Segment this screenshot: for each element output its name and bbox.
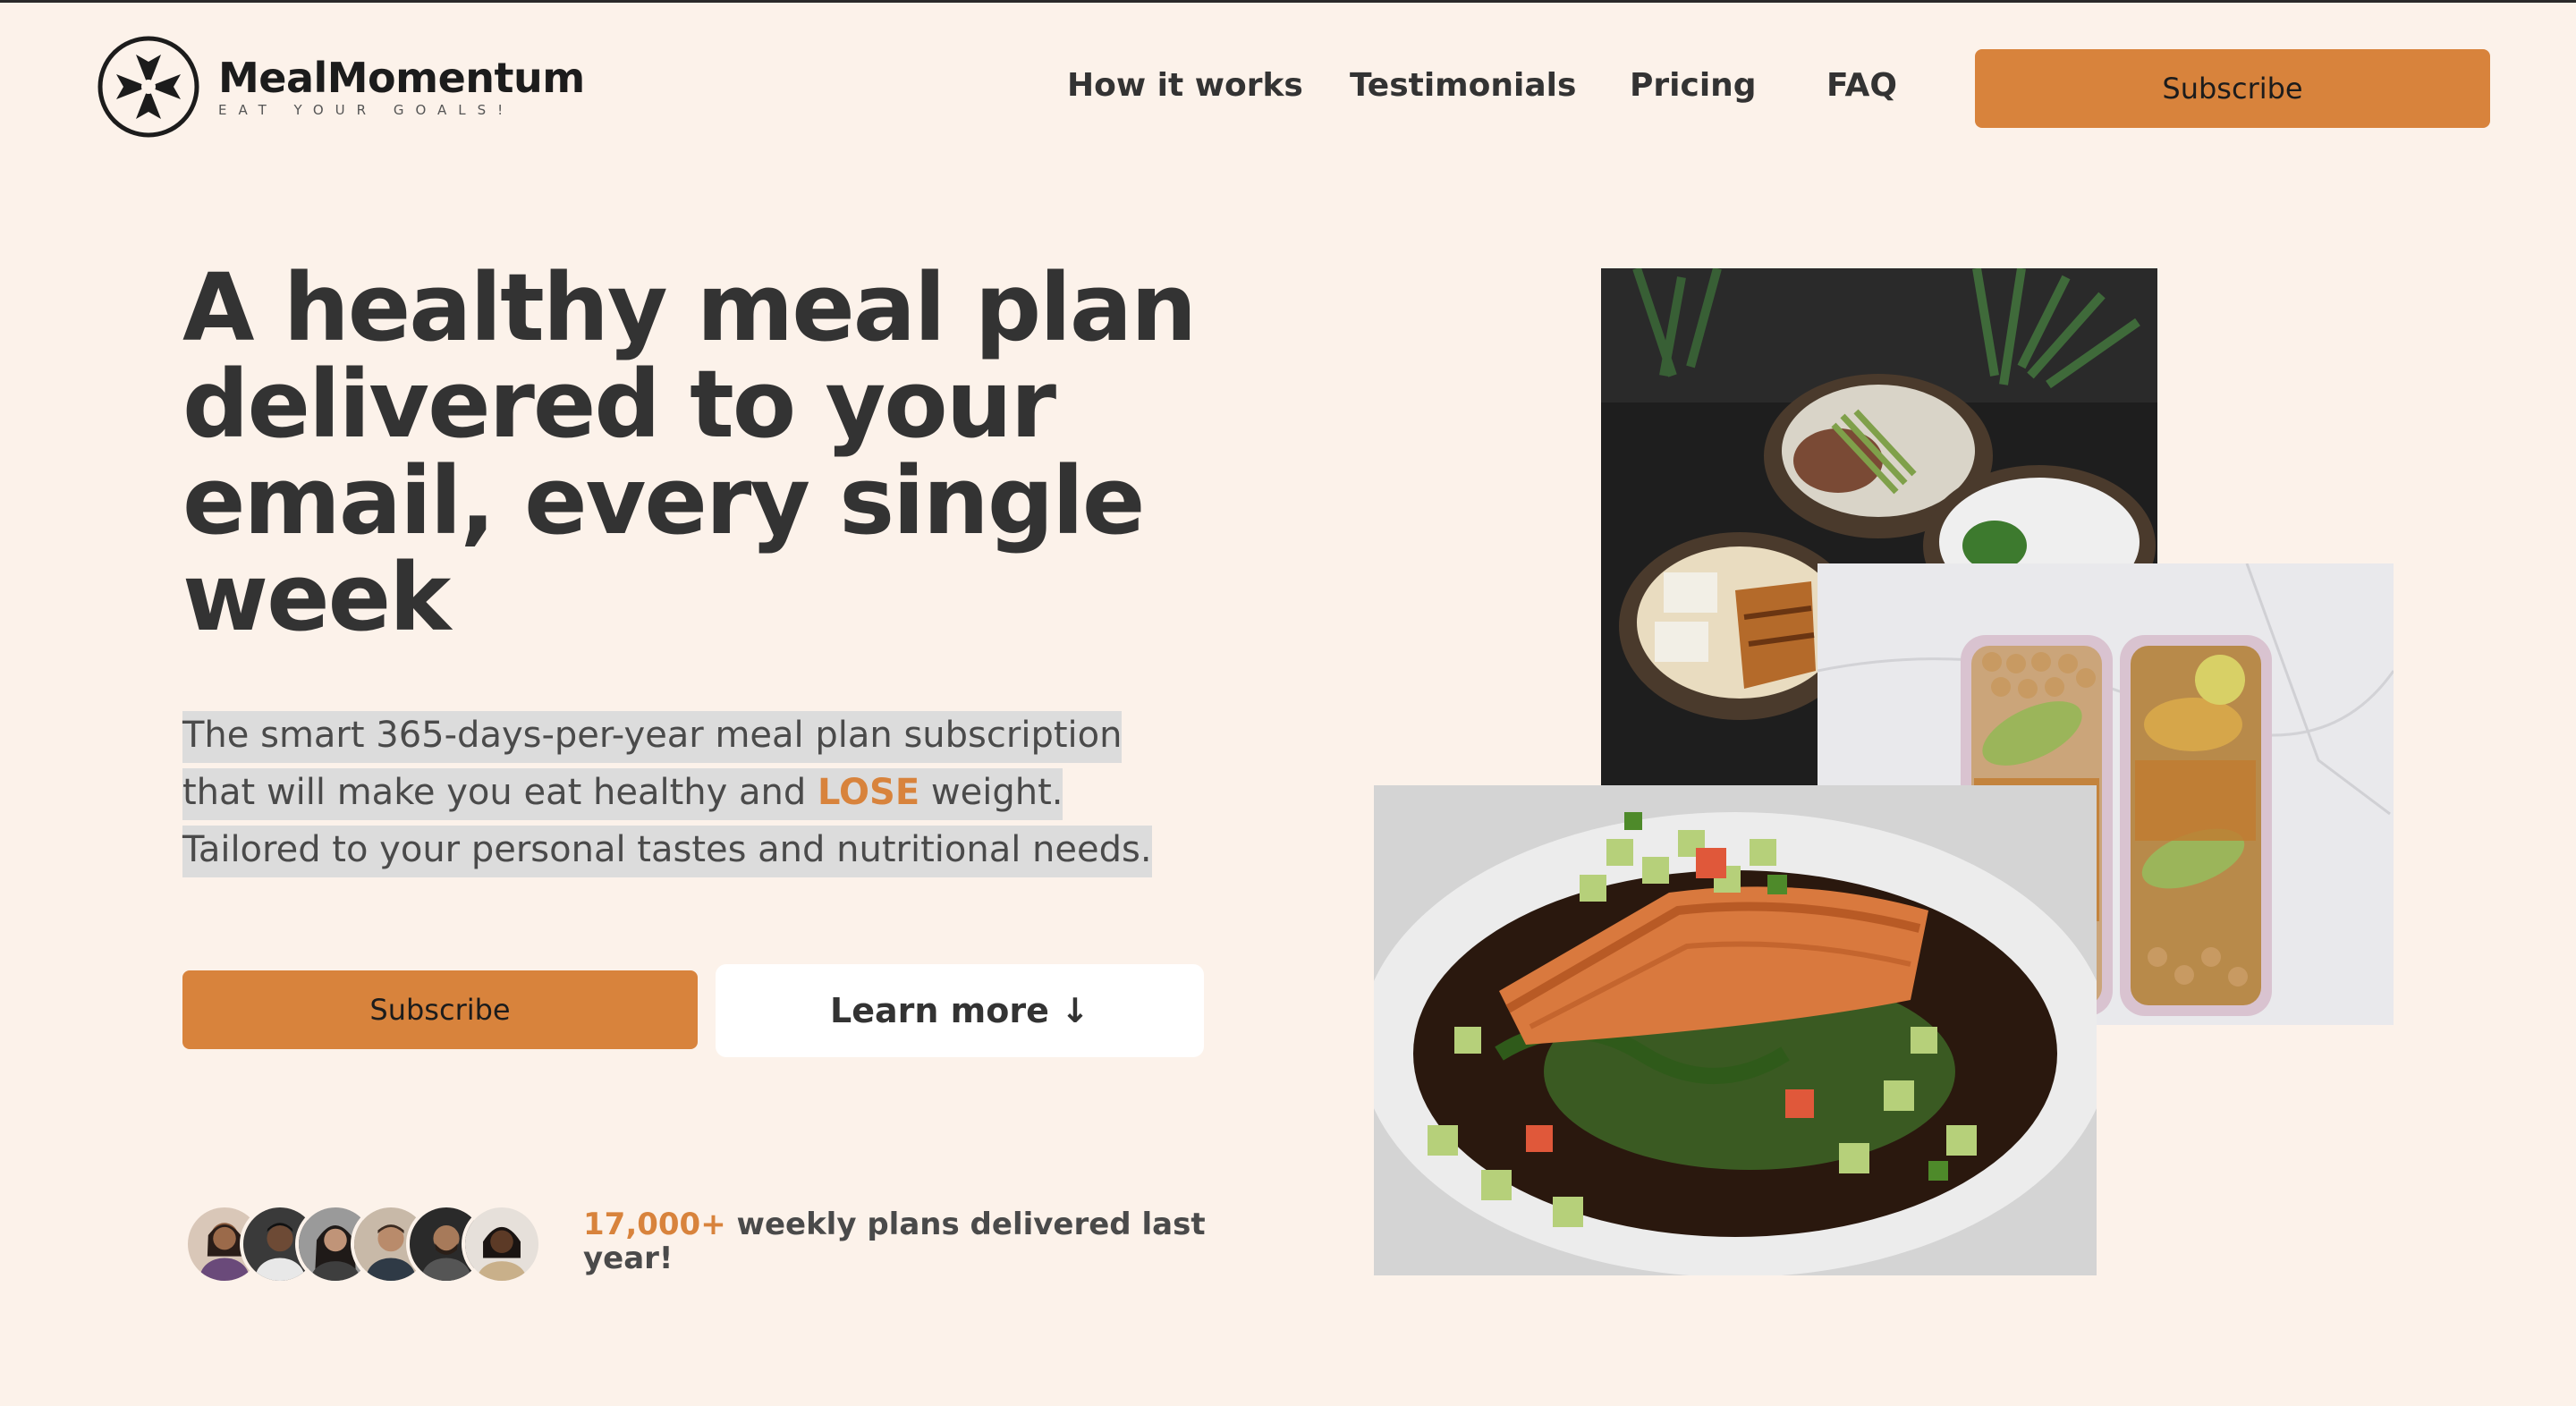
header-subscribe-button[interactable]: Subscribe	[1975, 49, 2490, 128]
logo[interactable]: MealMomentum EAT YOUR GOALS!	[97, 35, 585, 139]
brand-name: MealMomentum	[218, 53, 585, 102]
salmon-photo	[1374, 785, 2097, 1275]
nav-pricing[interactable]: Pricing	[1630, 67, 1757, 104]
hero-description: The smart 365-days-per-year meal plan su…	[182, 707, 1202, 878]
brand-tagline: EAT YOUR GOALS!	[218, 102, 515, 119]
customer-avatars	[184, 1204, 560, 1284]
site-header: MealMomentum EAT YOUR GOALS! How it work…	[0, 3, 2576, 173]
meal-momentum-logo-icon	[97, 36, 199, 138]
nav-faq[interactable]: FAQ	[1826, 67, 1897, 104]
hero-description-highlight: LOSE	[817, 772, 920, 813]
learn-more-button[interactable]: Learn more ↓	[716, 964, 1204, 1057]
hero-title: A healthy meal plan delivered to your em…	[182, 253, 1197, 652]
avatar	[462, 1204, 542, 1284]
social-proof-text: 17,000+ weekly plans delivered last year…	[583, 1207, 1209, 1275]
plans-count: 17,000+	[583, 1207, 726, 1242]
nav-how-it-works[interactable]: How it works	[1067, 67, 1303, 104]
nav-testimonials[interactable]: Testimonials	[1350, 67, 1576, 104]
hero-subscribe-button[interactable]: Subscribe	[182, 970, 698, 1049]
